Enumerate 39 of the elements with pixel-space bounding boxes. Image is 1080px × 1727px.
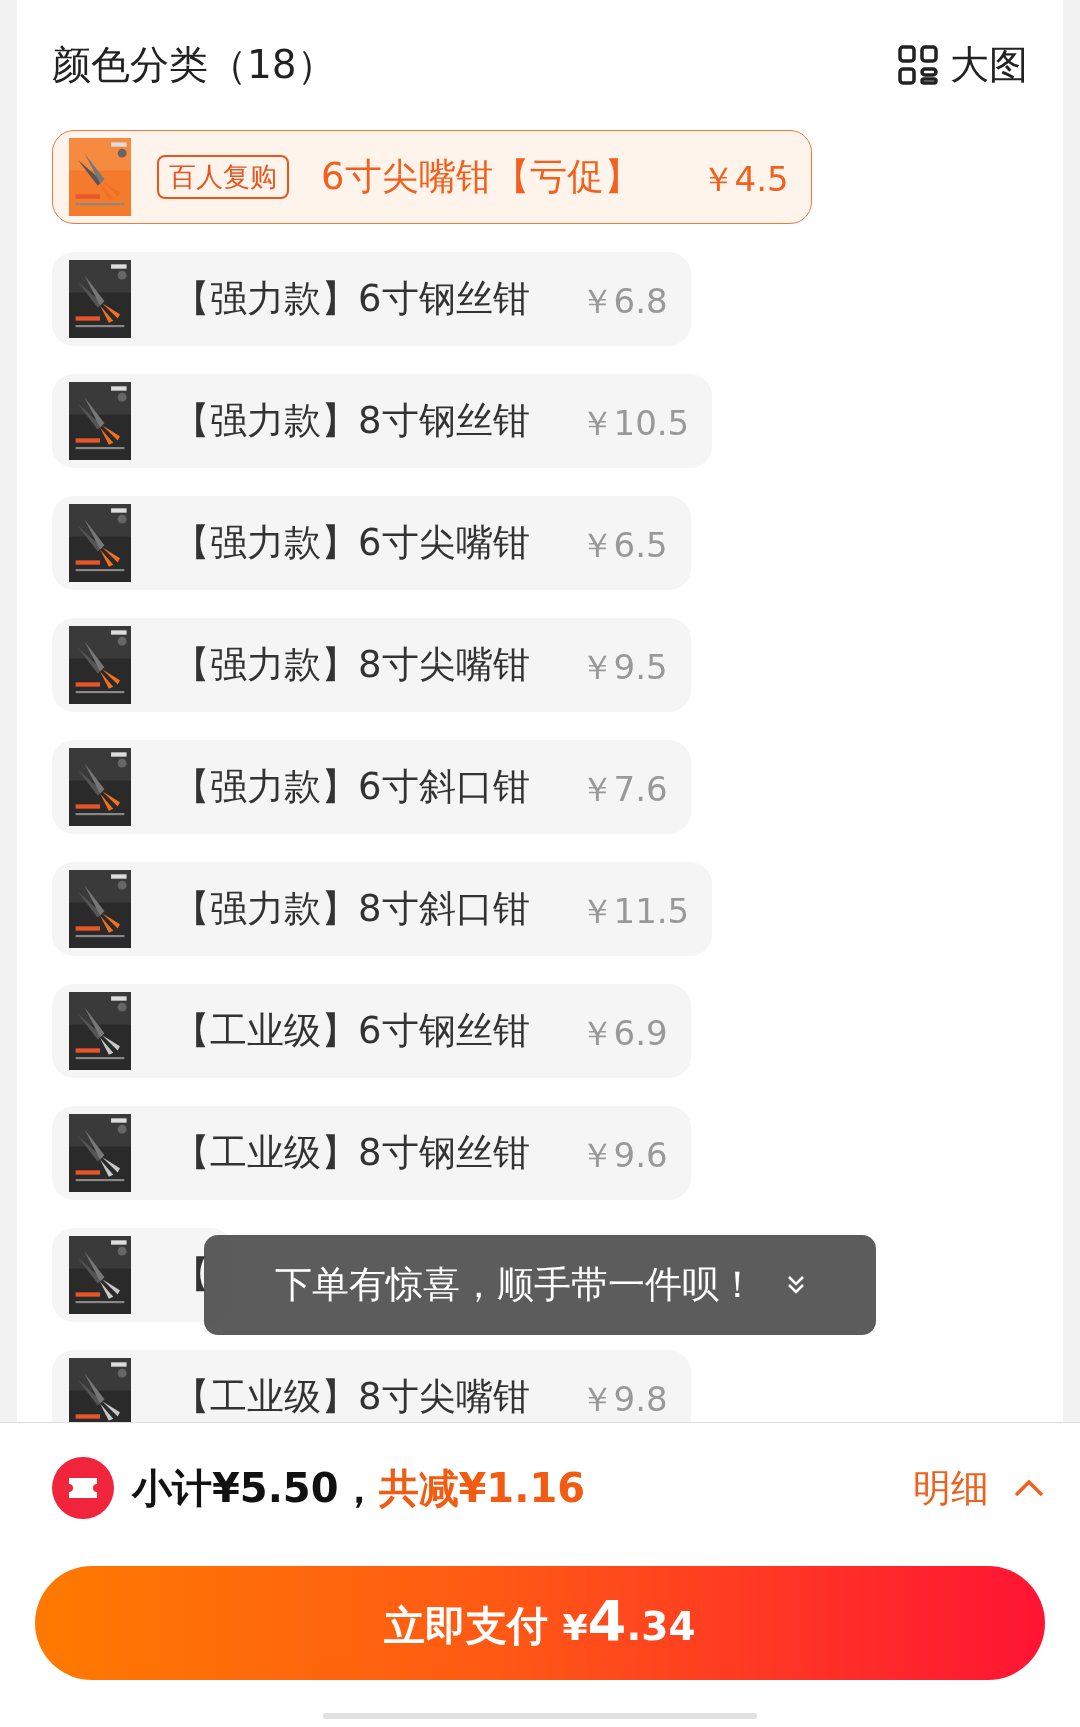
option-label: 【强力款】6寸尖嘴钳 <box>173 520 530 566</box>
option-label: 【强力款】8寸斜口钳 <box>173 886 530 932</box>
option-label: 【强力款】8寸钢丝钳 <box>173 398 530 444</box>
option-price: ￥11.5 <box>579 890 690 933</box>
option-price: ￥9.6 <box>579 1134 668 1177</box>
option-price: ￥9.8 <box>579 1378 668 1421</box>
double-chevron-down-icon <box>785 1274 806 1296</box>
grid-icon <box>898 45 938 85</box>
section-title: 颜色分类（18） <box>52 41 336 89</box>
option-label: 【工业级】8寸尖嘴钳 <box>173 1374 530 1420</box>
option-label: 【强力款】8寸尖嘴钳 <box>173 642 530 688</box>
repurchase-badge: 百人复购 <box>157 155 289 199</box>
coupon-icon <box>52 1457 114 1519</box>
option-label: 【强力款】6寸钢丝钳 <box>173 276 530 322</box>
option-price: ￥7.6 <box>579 768 668 811</box>
option-item[interactable]: 【强力款】8寸钢丝钳 ￥10.5 <box>52 374 713 468</box>
option-item[interactable]: 【工业级】8寸尖嘴钳 ￥9.8 <box>52 1350 691 1422</box>
option-label: 【工业级】8寸钢丝钳 <box>173 1130 530 1176</box>
option-label: 【强力款】6寸斜口钳 <box>173 764 530 810</box>
subtotal-text: 小计¥5.50， <box>132 1463 379 1513</box>
option-item[interactable]: 【工业级】6寸钢丝钳 ￥6.9 <box>52 984 691 1078</box>
option-price: ￥10.5 <box>579 402 690 445</box>
option-price: ￥6.8 <box>579 280 668 323</box>
option-price: ￥6.5 <box>579 524 668 567</box>
option-item[interactable]: 【强力款】6寸斜口钳 ￥7.6 <box>52 740 691 834</box>
toast-text: 下单有惊喜，顺手带一件呗！ <box>274 1262 756 1308</box>
option-label: 6寸尖嘴钳【亏促】 <box>321 154 641 200</box>
option-item[interactable]: 【强力款】8寸斜口钳 ￥11.5 <box>52 862 713 956</box>
discount-text: 共减¥1.16 <box>378 1463 586 1513</box>
caret-up-icon <box>1013 1478 1045 1498</box>
option-item[interactable]: 【强力款】6寸钢丝钳 ￥6.8 <box>52 252 691 346</box>
option-price: ￥6.9 <box>579 1012 668 1055</box>
large-view-button[interactable]: 大图 <box>898 38 1028 92</box>
option-price: ￥4.5 <box>700 158 789 201</box>
option-item[interactable]: 【强力款】6寸尖嘴钳 ￥6.5 <box>52 496 691 590</box>
option-label: 【工业级】6寸钢丝钳 <box>173 1008 530 1054</box>
option-item[interactable]: 【强力款】8寸尖嘴钳 ￥9.5 <box>52 618 691 712</box>
option-price: ￥9.5 <box>579 646 668 689</box>
option-item[interactable]: 【工业级】8寸钢丝钳 ￥9.6 <box>52 1106 691 1200</box>
